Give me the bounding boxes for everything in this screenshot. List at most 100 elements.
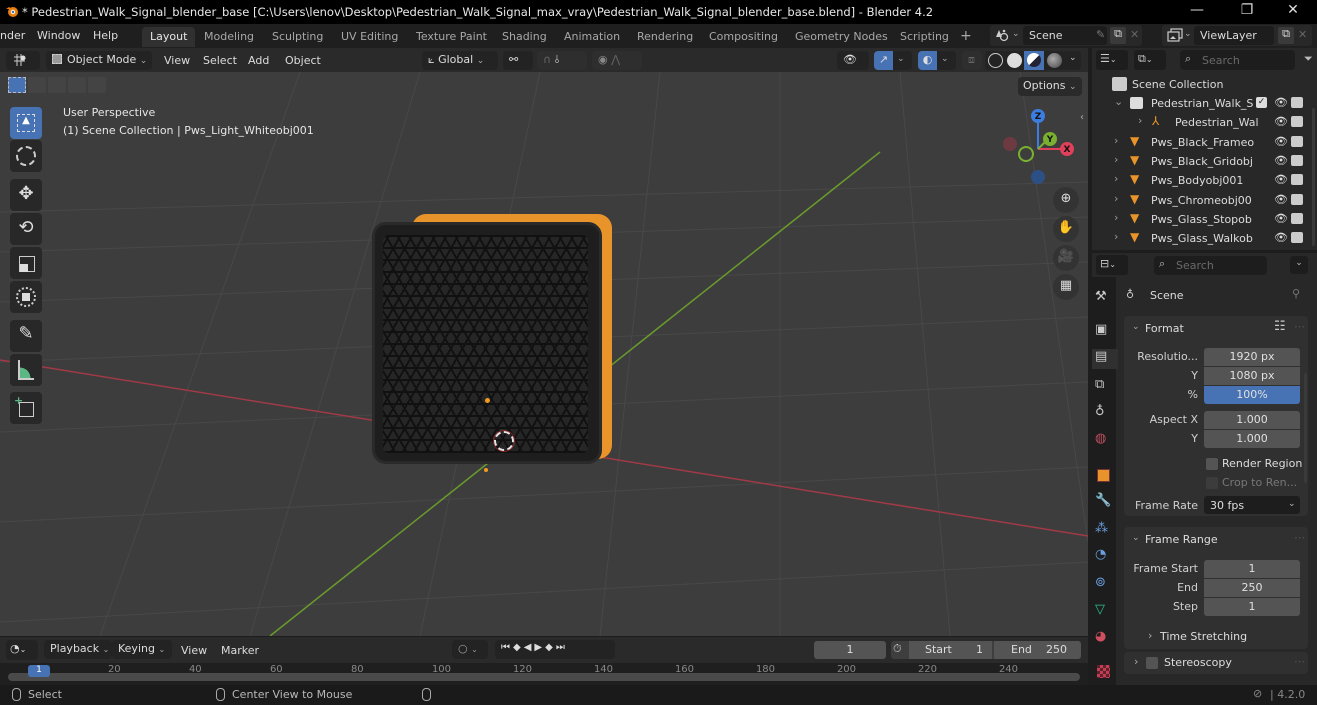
time-stretching-subpanel[interactable]: Time Stretching — [1160, 630, 1247, 643]
play-reverse-icon[interactable]: ◀ — [524, 642, 535, 653]
physics-tab-icon[interactable]: ◔ — [1095, 547, 1115, 567]
display-mode-button[interactable]: ⧉⌄ — [1134, 50, 1166, 70]
zoom-view-button[interactable]: ⊕ — [1053, 187, 1079, 213]
stereoscopy-checkbox[interactable] — [1146, 657, 1158, 669]
jump-end-icon[interactable]: ⏭ — [556, 642, 568, 653]
frame-start-field[interactable]: 1 — [1204, 560, 1300, 578]
view-layer-tab-icon[interactable]: ⧉ — [1095, 377, 1115, 397]
menu-help[interactable]: Help — [93, 29, 118, 42]
properties-scrollbar[interactable] — [1304, 373, 1307, 483]
chevron-right-icon[interactable]: › — [1148, 629, 1152, 642]
tab-sculpting[interactable]: Sculpting — [264, 27, 331, 47]
texture-tab-icon[interactable] — [1095, 663, 1115, 683]
mode-selector[interactable]: Object Mode ⌄ — [46, 51, 152, 70]
pedestrian-signal-object[interactable] — [372, 212, 620, 472]
measure-tool[interactable] — [10, 354, 42, 386]
current-frame-field[interactable]: 1 — [814, 641, 886, 659]
playhead[interactable]: 1 — [28, 665, 50, 677]
outliner-item[interactable]: › ▼ Pws_Black_Frameo 👁 — [1092, 133, 1317, 152]
eye-icon[interactable]: 👁 — [1274, 154, 1288, 167]
gizmo-toggle[interactable]: ↗ ⌄ — [874, 51, 912, 70]
camera-render-icon[interactable] — [1291, 212, 1303, 224]
3d-cursor-icon[interactable] — [493, 430, 515, 452]
outliner-item[interactable]: ⌄ Pedestrian_Walk_S ✓ 👁 — [1092, 94, 1317, 113]
sidebar-toggle-icon[interactable]: ‹ — [1080, 112, 1084, 123]
snap-toggle[interactable]: ∩ ⫰ — [537, 51, 587, 70]
filter-icon[interactable]: ⏷ — [1304, 52, 1313, 66]
maximize-button[interactable]: ❐ — [1237, 2, 1257, 18]
camera-render-icon[interactable] — [1291, 135, 1303, 147]
outliner-item[interactable]: › ▼ Pws_Chromeobj00 👁 — [1092, 191, 1317, 210]
pan-view-button[interactable]: ✋ — [1053, 216, 1079, 242]
menu-object[interactable]: Object — [285, 54, 321, 67]
format-panel-title[interactable]: Format — [1145, 322, 1184, 335]
delete-scene-icon[interactable]: ✕ — [1130, 28, 1139, 41]
shading-modes[interactable] — [985, 51, 1065, 70]
tool-tab-icon[interactable]: ⚒ — [1095, 289, 1115, 309]
chevron-down-icon[interactable]: ⌄ — [1132, 322, 1140, 332]
timeline-start-field[interactable]: Start 1 — [909, 641, 992, 659]
options-dropdown[interactable]: Options ⌄ — [1018, 77, 1082, 96]
world-tab-icon[interactable]: ◍ — [1095, 431, 1115, 451]
move-tool[interactable]: ✥ — [10, 179, 42, 211]
presets-icon[interactable]: ☷ — [1274, 319, 1286, 334]
next-keyframe-icon[interactable]: ◆ — [545, 642, 556, 653]
camera-render-icon[interactable] — [1291, 97, 1303, 108]
exclude-checkbox[interactable]: ✓ — [1256, 97, 1267, 108]
outliner-item[interactable]: › ▼ Pws_Glass_Walkob 👁 — [1092, 229, 1317, 248]
annotate-tool[interactable]: ✎ — [10, 320, 42, 352]
rendered-shading-icon[interactable] — [1047, 53, 1062, 68]
xray-toggle[interactable]: ⧈ — [962, 51, 982, 70]
timeline-ruler[interactable]: 20 40 60 80 100 120 140 160 180 200 220 240 1 — [0, 663, 1088, 685]
scene-selector[interactable]: ⌄ Scene ✎ ⧉ ✕ — [990, 25, 1142, 46]
aspect-x-field[interactable]: 1.000 — [1204, 411, 1300, 429]
eye-icon[interactable]: 👁 — [1274, 135, 1288, 148]
resolution-x-field[interactable]: 1920 px — [1204, 348, 1300, 366]
material-preview-shading-icon[interactable] — [1024, 51, 1044, 70]
menu-window[interactable]: Window — [37, 29, 80, 42]
camera-render-icon[interactable] — [1291, 154, 1303, 166]
scene-tab-icon[interactable]: ♁ — [1095, 404, 1115, 424]
render-region-checkbox[interactable] — [1206, 458, 1218, 470]
ortho-toggle-button[interactable]: ▦ — [1053, 274, 1079, 300]
camera-render-icon[interactable] — [1291, 116, 1303, 128]
particles-tab-icon[interactable]: ⁂ — [1095, 521, 1115, 541]
tab-shading[interactable]: Shading — [494, 27, 555, 47]
modifier-tab-icon[interactable]: 🔧 — [1095, 493, 1115, 513]
outliner-scene-collection[interactable]: Scene Collection — [1092, 75, 1317, 94]
pin-icon[interactable]: ✎ — [1096, 28, 1105, 41]
prev-keyframe-icon[interactable]: ◆ — [513, 642, 524, 653]
menu-add[interactable]: Add — [248, 54, 269, 67]
transform-orientation-selector[interactable]: ⟀ Global ⌄ — [422, 51, 498, 70]
tab-animation[interactable]: Animation — [556, 27, 628, 47]
keying-menu[interactable]: Keying ⌄ — [112, 640, 172, 659]
camera-render-icon[interactable] — [1291, 193, 1303, 205]
aspect-y-field[interactable]: 1.000 — [1204, 430, 1300, 448]
frame-rate-dropdown[interactable]: 30 fps ⌄ — [1204, 496, 1300, 514]
properties-editor-type-button[interactable]: ⊟⌄ — [1096, 255, 1128, 275]
rotate-tool[interactable]: ⟲ — [10, 213, 42, 245]
overlay-toggle[interactable]: ◐ ⌄ — [918, 51, 956, 70]
tab-compositing[interactable]: Compositing — [701, 27, 786, 47]
select-invert-icon[interactable] — [68, 77, 86, 93]
outliner-editor-type-button[interactable]: ☰⌄ — [1096, 50, 1128, 70]
new-viewlayer-icon[interactable]: ⧉ — [1278, 27, 1294, 44]
add-workspace-button[interactable]: + — [952, 25, 980, 45]
tab-layout[interactable]: Layout — [142, 27, 196, 47]
pivot-point-selector[interactable]: ⚯ — [503, 51, 533, 70]
navigation-gizmo[interactable]: Z X Y — [1000, 107, 1080, 187]
marker-menu[interactable]: Marker — [221, 644, 259, 657]
tab-scripting[interactable]: Scripting — [892, 27, 957, 47]
close-button[interactable]: ✕ — [1283, 2, 1303, 18]
eye-icon[interactable]: 👁 — [1274, 115, 1288, 128]
object-tab-icon[interactable] — [1095, 467, 1115, 487]
select-extend-icon[interactable] — [28, 77, 46, 93]
visibility-selector[interactable]: 👁 — [837, 51, 869, 70]
drag-handle-icon[interactable]: ⋯ — [1294, 320, 1305, 333]
render-tab-icon[interactable]: ▣ — [1095, 322, 1115, 342]
solid-shading-icon[interactable] — [1007, 53, 1022, 68]
properties-search-input[interactable]: ⌕ Search — [1154, 256, 1267, 275]
eye-icon[interactable]: 👁 — [1274, 96, 1288, 109]
chevron-right-icon[interactable]: › — [1114, 172, 1118, 185]
tab-geometry-nodes[interactable]: Geometry Nodes — [787, 27, 896, 47]
